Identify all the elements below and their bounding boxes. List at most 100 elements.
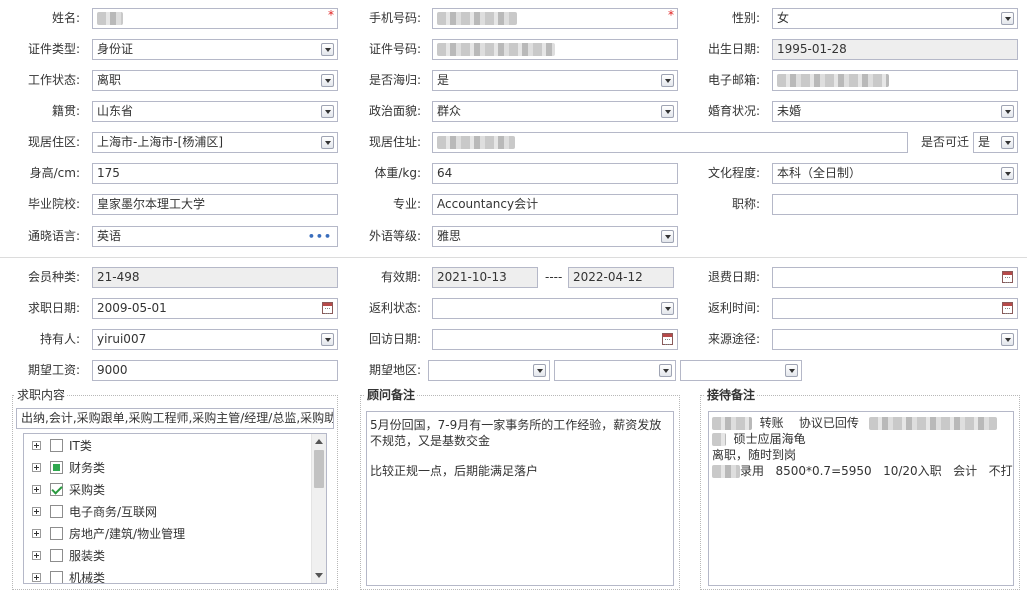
redacted-value [712, 417, 752, 430]
chevron-down-icon[interactable] [659, 364, 672, 377]
expected-province-select[interactable] [428, 360, 550, 381]
title-field[interactable] [772, 194, 1018, 215]
holder-select[interactable]: yirui007 [92, 329, 338, 350]
expand-icon[interactable] [32, 485, 41, 494]
refund-date-label: 退费日期: [707, 270, 760, 284]
holder-value: yirui007 [97, 332, 147, 346]
school-field[interactable]: 皇家墨尔本理工大学 [92, 194, 338, 215]
political-label: 政治面貌: [368, 104, 421, 118]
name-field[interactable]: * [92, 8, 338, 29]
job-summary-field[interactable]: 出纳,会计,采购跟单,采购工程师,采购主管/经理/总监,采购助 [16, 408, 334, 429]
email-field[interactable] [772, 70, 1018, 91]
consultant-notes-textarea[interactable]: 5月份回国，7-9月有一家事务所的工作经验，薪资发放 不规范，又是基数交金 比较… [366, 411, 674, 586]
checkbox-checked-icon[interactable] [50, 483, 63, 496]
chevron-down-icon[interactable] [321, 43, 334, 56]
chevron-down-icon[interactable] [1001, 167, 1014, 180]
chevron-down-icon[interactable] [785, 364, 798, 377]
redacted-value [437, 12, 517, 25]
scroll-down-icon[interactable] [315, 573, 323, 578]
member-type-field: 21-498 [92, 267, 338, 288]
id-type-select[interactable]: 身份证 [92, 39, 338, 60]
gender-select[interactable]: 女 [772, 8, 1018, 29]
birth-field: 1995-01-28 [772, 39, 1018, 60]
calendar-icon[interactable] [1002, 302, 1013, 314]
chevron-down-icon[interactable] [661, 230, 674, 243]
chevron-down-icon[interactable] [661, 105, 674, 118]
gender-value: 女 [777, 11, 790, 25]
overseas-select[interactable]: 是 [432, 70, 678, 91]
chevron-down-icon[interactable] [321, 105, 334, 118]
rebate-time-field[interactable] [772, 298, 1018, 319]
chevron-down-icon[interactable] [321, 74, 334, 87]
chevron-down-icon[interactable] [661, 74, 674, 87]
reception-notes-textarea[interactable]: 转账 协议已回传 硕士应届海龟 离职，随时到岗 录用 8500*0.7=5950… [708, 411, 1014, 586]
scrollbar-thumb[interactable] [314, 450, 324, 488]
expected-district-select[interactable] [680, 360, 802, 381]
mobile-field[interactable]: * [432, 8, 678, 29]
chevron-down-icon[interactable] [1001, 136, 1014, 149]
native-value: 山东省 [97, 104, 134, 118]
weight-field[interactable]: 64 [432, 163, 678, 184]
expand-icon[interactable] [32, 573, 41, 582]
expected-city-select[interactable] [554, 360, 676, 381]
visit-date-label: 回访日期: [368, 332, 421, 346]
chevron-down-icon[interactable] [321, 333, 334, 346]
member-type-label: 会员种类: [27, 270, 80, 284]
consultant-notes-legend: 顾问备注 [365, 388, 418, 402]
checkbox-unchecked-icon[interactable] [50, 439, 63, 452]
relocate-select[interactable]: 是 [973, 132, 1018, 153]
residence-area-select[interactable]: 上海市-上海市-[杨浦区] [92, 132, 338, 153]
address-field[interactable] [432, 132, 908, 153]
id-type-label: 证件类型: [27, 42, 80, 56]
source-select[interactable] [772, 329, 1018, 350]
refund-date-field[interactable] [772, 267, 1018, 288]
political-select[interactable]: 群众 [432, 101, 678, 122]
redacted-value [97, 12, 123, 25]
height-label: 身高/cm: [29, 166, 80, 180]
chevron-down-icon[interactable] [1001, 333, 1014, 346]
rebate-status-select[interactable] [432, 298, 678, 319]
language-field[interactable]: 英语 ••• [92, 226, 338, 247]
lang-level-select[interactable]: 雅思 [432, 226, 678, 247]
id-type-value: 身份证 [97, 42, 134, 56]
id-no-label: 证件号码: [368, 42, 421, 56]
expand-icon[interactable] [32, 463, 41, 472]
calendar-icon[interactable] [1002, 271, 1013, 283]
marital-select[interactable]: 未婚 [772, 101, 1018, 122]
expand-icon[interactable] [32, 529, 41, 538]
chevron-down-icon[interactable] [1001, 105, 1014, 118]
rebate-status-label: 返利状态: [368, 301, 421, 315]
expand-icon[interactable] [32, 441, 41, 450]
job-category-tree[interactable]: IT类 财务类 采购类 电子商务/互联网 房地产/建筑/物业管理 服装类 机械类 [23, 433, 327, 584]
checkbox-unchecked-icon[interactable] [50, 505, 63, 518]
chevron-down-icon[interactable] [533, 364, 546, 377]
calendar-icon[interactable] [322, 302, 333, 314]
job-date-field[interactable]: 2009-05-01 [92, 298, 338, 319]
tree-scrollbar[interactable] [311, 434, 326, 583]
tree-node-label: IT类 [69, 439, 92, 453]
validity-to-field: 2022-04-12 [568, 267, 674, 288]
education-select[interactable]: 本科（全日制） [772, 163, 1018, 184]
height-field[interactable]: 175 [92, 163, 338, 184]
checkbox-partial-icon[interactable] [50, 461, 63, 474]
id-no-field[interactable] [432, 39, 678, 60]
checkbox-unchecked-icon[interactable] [50, 549, 63, 562]
tree-node-label: 采购类 [69, 483, 106, 497]
chevron-down-icon[interactable] [1001, 12, 1014, 25]
expand-icon[interactable] [32, 507, 41, 516]
overseas-label: 是否海归: [368, 73, 421, 87]
native-select[interactable]: 山东省 [92, 101, 338, 122]
checkbox-unchecked-icon[interactable] [50, 527, 63, 540]
scroll-up-icon[interactable] [315, 439, 323, 444]
calendar-icon[interactable] [662, 333, 673, 345]
checkbox-unchecked-icon[interactable] [50, 571, 63, 583]
required-marker: * [328, 8, 334, 22]
chevron-down-icon[interactable] [661, 302, 674, 315]
expand-icon[interactable] [32, 551, 41, 560]
work-status-select[interactable]: 离职 [92, 70, 338, 91]
chevron-down-icon[interactable] [321, 136, 334, 149]
salary-field[interactable]: 9000 [92, 360, 338, 381]
major-field[interactable]: Accountancy会计 [432, 194, 678, 215]
visit-date-field[interactable] [432, 329, 678, 350]
more-options-button[interactable]: ••• [308, 227, 332, 246]
